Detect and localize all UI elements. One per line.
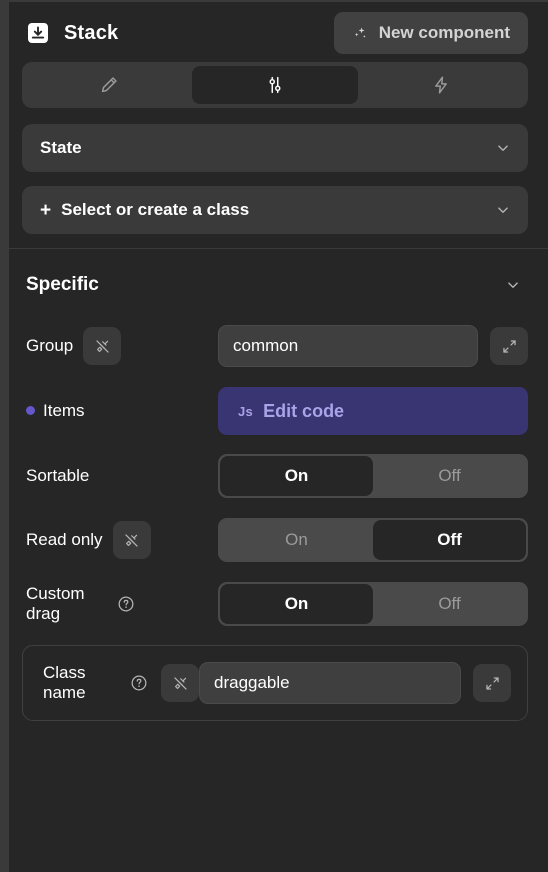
properties-panel: Stack New component State + Select or cr… [0, 0, 548, 872]
sparkles-icon [354, 26, 366, 38]
class-name-help-button[interactable] [127, 671, 151, 695]
read-only-off-option[interactable]: Off [373, 520, 526, 560]
state-select[interactable]: State [22, 124, 528, 172]
page-title: Stack [64, 21, 119, 44]
class-select-label-group: + Select or create a class [40, 200, 249, 220]
sortable-label-cell: Sortable [22, 466, 218, 486]
class-name-label: Class name [43, 663, 86, 702]
class-name-input[interactable] [199, 662, 461, 704]
sortable-off-option[interactable]: Off [373, 456, 526, 496]
expand-diagonal-icon [485, 676, 499, 690]
chevron-down-icon [508, 282, 518, 288]
items-edit-code-button[interactable]: Js Edit code [218, 387, 528, 435]
chevron-down-icon [498, 207, 508, 213]
custom-drag-row: Custom drag On Off [22, 581, 528, 627]
items-edit-code-label: Edit code [263, 400, 345, 421]
expand-diagonal-icon [502, 339, 516, 353]
plus-icon: + [40, 199, 52, 221]
tab-design[interactable] [26, 66, 192, 104]
read-only-row: Read only On Off [22, 517, 528, 563]
group-expand-button[interactable] [490, 327, 528, 365]
sortable-on-option[interactable]: On [220, 456, 373, 496]
read-only-unplug-button[interactable] [112, 521, 151, 559]
title-left-group: Stack [22, 21, 118, 45]
items-bound-marker-icon [26, 406, 35, 416]
help-circle-icon [131, 675, 147, 691]
read-only-on-option[interactable]: On [220, 520, 373, 560]
custom-drag-toggle: On Off [218, 582, 528, 626]
group-control [218, 325, 528, 367]
class-select[interactable]: + Select or create a class [22, 186, 528, 234]
custom-drag-label: Custom drag [26, 584, 85, 623]
group-input[interactable] [218, 325, 478, 367]
class-name-label-cell: Class name [39, 663, 199, 702]
items-label: Items [43, 401, 85, 421]
panel-left-gutter [0, 0, 9, 872]
items-label-cell: Items [22, 401, 218, 421]
read-only-control: On Off [218, 518, 528, 562]
sortable-toggle: On Off [218, 454, 528, 498]
read-only-label: Read only [26, 530, 103, 550]
class-name-unplug-button[interactable] [161, 664, 199, 702]
sortable-row: Sortable On Off [22, 453, 528, 499]
pencil-icon [101, 77, 117, 93]
panel-header: Stack New component State + Select or cr… [0, 0, 548, 248]
class-name-control [199, 662, 511, 704]
class-name-expand-button[interactable] [473, 664, 511, 702]
new-component-label: New component [378, 23, 510, 42]
custom-drag-off-option[interactable]: Off [373, 584, 526, 624]
sortable-control: On Off [218, 454, 528, 498]
lightning-bolt-icon [435, 76, 447, 94]
read-only-toggle: On Off [218, 518, 528, 562]
specific-section-header[interactable]: Specific [22, 265, 528, 305]
sortable-label: Sortable [26, 466, 90, 486]
group-row: Group [22, 323, 528, 369]
help-circle-icon [118, 596, 134, 612]
sliders-icon [269, 76, 281, 94]
group-label: Group [26, 336, 74, 356]
custom-drag-on-option[interactable]: On [220, 584, 373, 624]
specific-section-title: Specific [26, 274, 99, 295]
panel-top-border [0, 0, 548, 2]
chevron-down-icon [498, 145, 508, 151]
class-name-card: Class name [22, 645, 528, 721]
state-select-label: State [40, 138, 82, 157]
group-unplug-button[interactable] [83, 327, 122, 365]
stack-download-icon [28, 23, 48, 43]
plug-off-icon [125, 533, 138, 547]
group-label-cell: Group [22, 327, 218, 365]
items-row: Items Js Edit code [22, 387, 528, 435]
class-select-label: Select or create a class [61, 200, 250, 219]
tab-settings[interactable] [192, 66, 358, 104]
plug-off-icon [96, 339, 109, 353]
read-only-label-cell: Read only [22, 521, 218, 559]
plug-off-icon [173, 676, 187, 690]
new-component-button[interactable]: New component [333, 12, 528, 54]
specific-section: Specific Group common Items Js Edit code… [0, 249, 548, 872]
custom-drag-label-cell: Custom drag [22, 584, 218, 623]
title-row: Stack New component [22, 12, 528, 54]
items-control: Js Edit code [218, 387, 528, 435]
custom-drag-control: On Off [218, 582, 528, 626]
tab-bar [22, 62, 528, 108]
js-badge-icon: Js [238, 403, 254, 419]
class-name-row: Class name [39, 660, 511, 706]
custom-drag-help-button[interactable] [114, 592, 138, 616]
tab-actions[interactable] [358, 66, 524, 104]
